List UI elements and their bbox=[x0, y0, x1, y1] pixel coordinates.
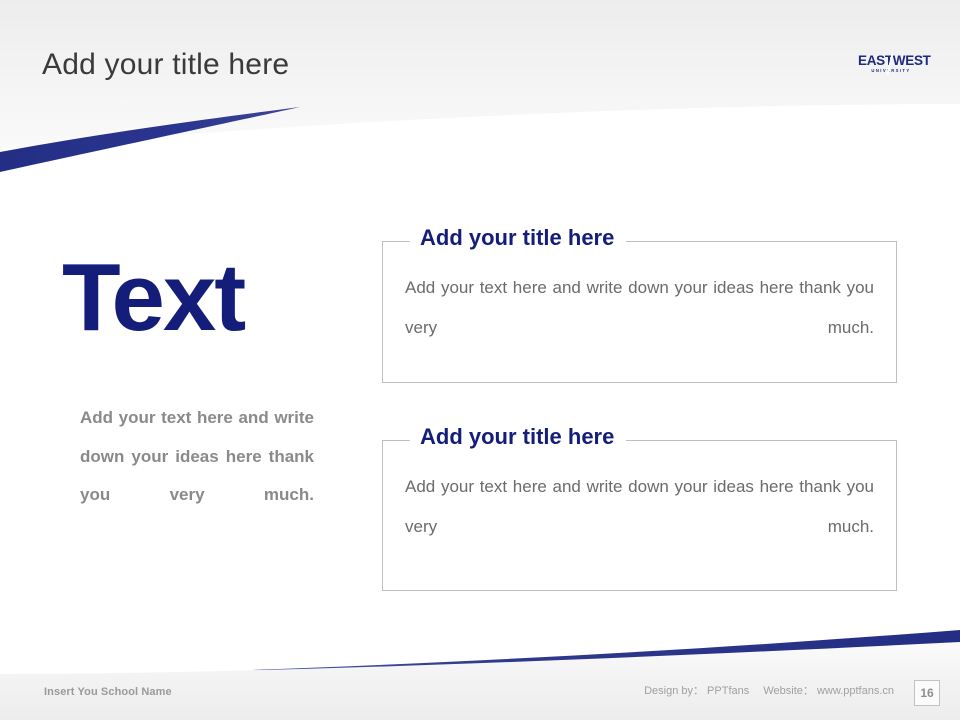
header-decoration bbox=[0, 0, 960, 172]
footer-band bbox=[0, 642, 960, 720]
content-box-2-body: Add your text here and write down your i… bbox=[405, 477, 874, 536]
page-title: Add your title here bbox=[42, 48, 290, 81]
page-number-badge: 16 bbox=[914, 680, 940, 706]
footer-website: Website： www.pptfans.cn bbox=[763, 685, 894, 697]
left-headline: Text bbox=[62, 244, 246, 351]
footer-swoosh bbox=[250, 630, 960, 672]
footer-decoration bbox=[0, 630, 960, 720]
logo-subtitle: UNIVERSITY bbox=[871, 67, 911, 73]
content-box-2-title: Add your title here bbox=[410, 422, 627, 452]
content-box-1-body: Add your text here and write down your i… bbox=[405, 278, 874, 337]
content-box-2: Add your title here Add your text here a… bbox=[382, 422, 897, 591]
footer-design-by: Design by： PPTfans bbox=[644, 685, 750, 697]
presentation-slide: Add your title here EASTWEST UNIVERSITY … bbox=[0, 0, 960, 720]
eastwest-university-logo: EASTWEST UNIVERSITY bbox=[858, 53, 931, 80]
left-paragraph: Add your text here and write down your i… bbox=[80, 408, 314, 504]
footer-credits: Design by： PPTfans Website： www.pptfans.… bbox=[644, 682, 894, 698]
header-swoosh bbox=[0, 107, 300, 172]
content-box-1: Add your title here Add your text here a… bbox=[382, 223, 897, 383]
footer-school-name: Insert You School Name bbox=[44, 686, 172, 698]
content-box-1-title: Add your title here bbox=[410, 223, 627, 253]
